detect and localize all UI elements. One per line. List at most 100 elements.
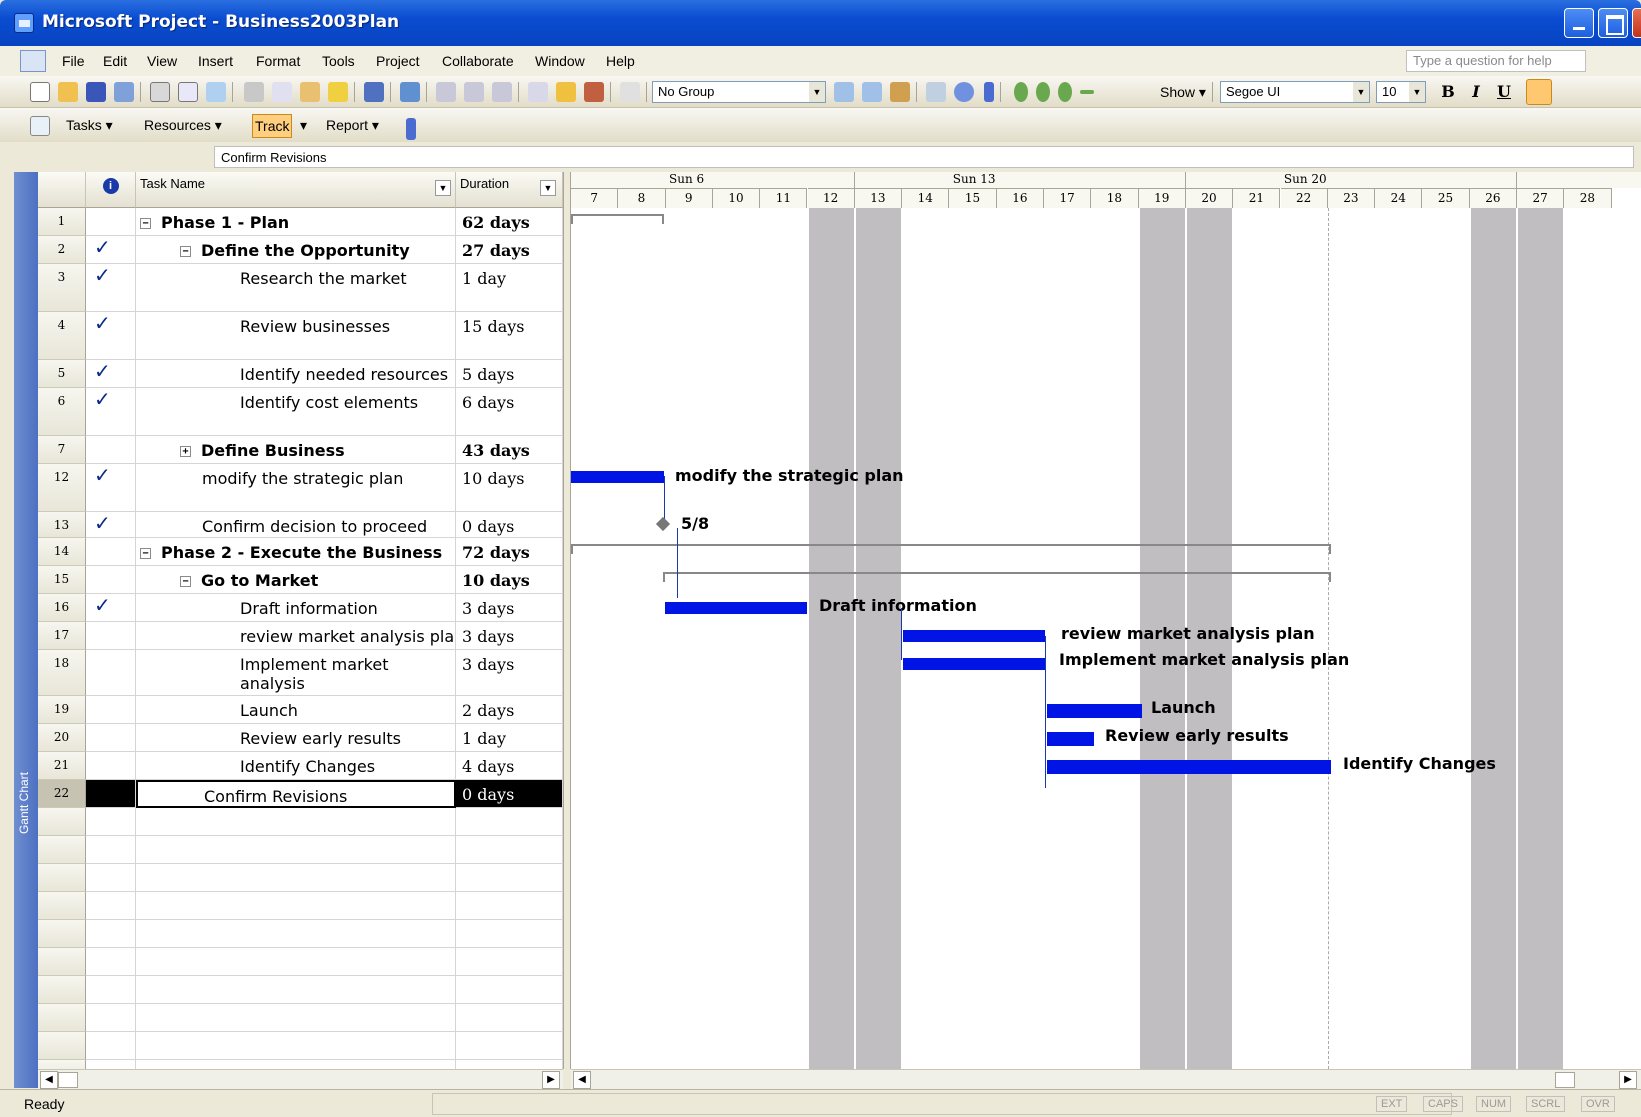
hide-subtasks-icon[interactable] <box>1080 90 1094 94</box>
chevron-down-icon[interactable]: ▼ <box>1353 82 1369 102</box>
expand-icon[interactable]: + <box>180 446 191 457</box>
duration-cell[interactable]: 5 days <box>456 360 563 388</box>
summary-bar-go-to-market[interactable] <box>663 572 1331 582</box>
select-all-corner[interactable] <box>38 172 86 208</box>
duration-cell[interactable]: 15 days <box>456 312 563 360</box>
duration-cell[interactable]: 72 days <box>456 538 563 566</box>
row-id[interactable]: 22 <box>38 780 86 808</box>
cut-icon[interactable] <box>244 82 264 102</box>
duration-cell[interactable]: 6 days <box>456 388 563 436</box>
track-dropdown[interactable]: ▾ <box>300 117 307 134</box>
empty-cell[interactable] <box>38 920 86 948</box>
empty-cell[interactable] <box>456 1060 563 1069</box>
duration-cell[interactable]: 10 days <box>456 566 563 594</box>
project-guide-icon[interactable] <box>926 82 946 102</box>
collapse-icon[interactable]: − <box>180 246 191 257</box>
row-id[interactable]: 1 <box>38 208 86 236</box>
open-icon[interactable] <box>58 82 78 102</box>
gantt-horizontal-scrollbar[interactable]: ◀ ▶ <box>571 1069 1641 1089</box>
task-name-cell[interactable]: Implement market analysisplan <box>136 650 456 696</box>
task-name-cell[interactable]: Launch <box>136 696 456 724</box>
row-id[interactable]: 12 <box>38 464 86 512</box>
toolbar-options-icon[interactable] <box>984 82 994 102</box>
copy-picture-icon[interactable] <box>620 82 640 102</box>
duration-cell[interactable]: 0 days <box>456 512 563 538</box>
font-select[interactable]: Segoe UI ▼ <box>1220 81 1370 103</box>
task-name-cell[interactable]: − Go to Market <box>136 566 456 594</box>
maximize-button[interactable] <box>1598 8 1628 38</box>
empty-cell[interactable] <box>86 976 136 1004</box>
empty-cell[interactable] <box>38 948 86 976</box>
indicator-cell[interactable] <box>86 622 136 650</box>
row-id[interactable]: 13 <box>38 512 86 538</box>
task-name-cell[interactable]: − Phase 1 - Plan <box>136 208 456 236</box>
empty-cell[interactable] <box>456 976 563 1004</box>
row-id[interactable]: 21 <box>38 752 86 780</box>
task-bar-review-early-results[interactable] <box>1047 732 1094 746</box>
task-bar-draft-information[interactable] <box>665 602 807 614</box>
row-id[interactable]: 3 <box>38 264 86 312</box>
duration-cell[interactable]: 62 days <box>456 208 563 236</box>
indicator-cell[interactable]: ✓ <box>86 312 136 360</box>
empty-cell[interactable] <box>456 1004 563 1032</box>
task-name-cell[interactable]: − Phase 2 - Execute the Business <box>136 538 456 566</box>
indicator-cell[interactable]: ✓ <box>86 512 136 538</box>
highlight-icon[interactable] <box>1526 79 1552 105</box>
unlink-tasks-icon[interactable] <box>464 82 484 102</box>
task-name-cell[interactable]: Identify needed resources <box>136 360 456 388</box>
empty-cell[interactable] <box>136 948 456 976</box>
help-search-input[interactable]: Type a question for help <box>1406 50 1586 72</box>
guide-pane-icon[interactable] <box>30 116 50 136</box>
row-id[interactable]: 15 <box>38 566 86 594</box>
indicator-cell[interactable] <box>86 696 136 724</box>
format-painter-icon[interactable] <box>328 82 348 102</box>
collapse-icon[interactable]: − <box>180 576 191 587</box>
resources-button[interactable]: Resources ▾ <box>144 117 222 134</box>
indicator-cell[interactable] <box>86 566 136 594</box>
new-icon[interactable] <box>30 82 50 102</box>
empty-cell[interactable] <box>86 1060 136 1069</box>
view-bar[interactable]: Gantt Chart <box>14 172 38 1088</box>
row-id[interactable]: 14 <box>38 538 86 566</box>
empty-cell[interactable] <box>86 864 136 892</box>
indicator-cell[interactable]: ✓ <box>86 464 136 512</box>
filter-dropdown-icon[interactable]: ▼ <box>540 180 556 196</box>
indicators-header[interactable]: i <box>86 172 136 208</box>
empty-cell[interactable] <box>38 808 86 836</box>
task-name-cell[interactable]: Review early results <box>136 724 456 752</box>
empty-cell[interactable] <box>456 808 563 836</box>
duration-cell[interactable]: 0 days <box>456 780 563 808</box>
empty-cell[interactable] <box>136 808 456 836</box>
row-id[interactable]: 17 <box>38 622 86 650</box>
task-name-cell[interactable]: Confirm Revisions <box>136 780 456 808</box>
task-name-cell[interactable]: Research the market <box>136 264 456 312</box>
task-name-cell[interactable]: Identify Changes <box>136 752 456 780</box>
empty-cell[interactable] <box>136 976 456 1004</box>
scroll-thumb[interactable] <box>58 1072 78 1088</box>
row-id[interactable]: 2 <box>38 236 86 264</box>
duration-header[interactable]: Duration ▼ <box>456 172 563 208</box>
show-menu-button[interactable]: Show ▾ <box>1160 84 1206 101</box>
track-button[interactable]: Track <box>252 114 292 138</box>
empty-cell[interactable] <box>86 1032 136 1060</box>
scroll-to-task-icon[interactable] <box>890 82 910 102</box>
empty-cell[interactable] <box>136 920 456 948</box>
indicator-cell[interactable]: ✓ <box>86 388 136 436</box>
empty-cell[interactable] <box>86 808 136 836</box>
task-notes-icon[interactable] <box>556 82 576 102</box>
menu-project[interactable]: Project <box>376 53 420 69</box>
duration-cell[interactable]: 3 days <box>456 622 563 650</box>
indicator-cell[interactable] <box>86 208 136 236</box>
filter-dropdown-icon[interactable]: ▼ <box>435 180 451 196</box>
task-name-cell[interactable]: Draft information <box>136 594 456 622</box>
link-tasks-icon[interactable] <box>436 82 456 102</box>
menu-window[interactable]: Window <box>535 53 585 69</box>
duration-cell[interactable]: 1 day <box>456 724 563 752</box>
empty-cell[interactable] <box>38 1032 86 1060</box>
task-info-icon[interactable] <box>528 82 548 102</box>
indicator-cell[interactable]: ✓ <box>86 594 136 622</box>
indicator-cell[interactable] <box>86 436 136 464</box>
empty-cell[interactable] <box>136 1004 456 1032</box>
empty-cell[interactable] <box>456 920 563 948</box>
scroll-right-icon[interactable]: ▶ <box>1619 1071 1637 1089</box>
